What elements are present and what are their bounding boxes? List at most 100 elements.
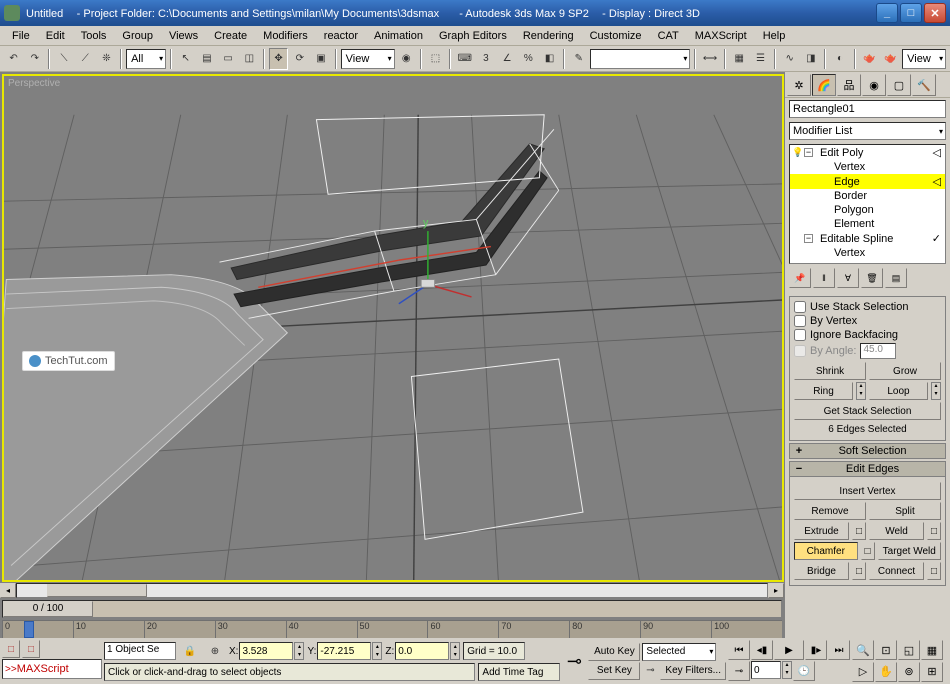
key-mode-toggle[interactable]: ⊸	[728, 661, 750, 681]
goto-start-button[interactable]: ⏮	[728, 640, 750, 660]
manipulate-button[interactable]: ⬚	[426, 48, 445, 70]
menu-rendering[interactable]: Rendering	[515, 28, 582, 44]
connect-button[interactable]: Connect	[869, 562, 924, 580]
menu-customize[interactable]: Customize	[582, 28, 650, 44]
x-spinner[interactable]: ▴▾	[294, 642, 304, 660]
undo-button[interactable]: ↶	[4, 48, 23, 70]
auto-key-button[interactable]: Auto Key	[588, 643, 640, 661]
set-key-key-button[interactable]: ⊸	[642, 662, 658, 680]
curve-editor-button[interactable]: ∿	[780, 48, 799, 70]
lock-selection-button[interactable]: 🔒	[179, 640, 201, 662]
edit-edges-rollout-head[interactable]: −Edit Edges	[789, 461, 946, 477]
make-unique-button[interactable]: ∀	[837, 268, 859, 288]
by-vertex-checkbox[interactable]: By Vertex	[794, 314, 941, 328]
menu-file[interactable]: File	[4, 28, 38, 44]
y-coord-field[interactable]: -27.215	[317, 642, 371, 660]
keyboard-shortcut-button[interactable]: ⌨	[455, 48, 474, 70]
quick-render-button[interactable]: 🫖	[881, 48, 900, 70]
select-scale-button[interactable]: ▣	[311, 48, 330, 70]
material-editor-button[interactable]: ◐	[830, 48, 849, 70]
stack-editable-spline[interactable]: −Editable Spline✓	[790, 231, 945, 246]
tab-utilities[interactable]: 🔨	[912, 74, 936, 96]
split-button[interactable]: Split	[869, 502, 941, 520]
menu-create[interactable]: Create	[206, 28, 255, 44]
goto-end-button[interactable]: ⏭	[828, 640, 850, 660]
modifier-list-dropdown[interactable]: Modifier List	[789, 122, 946, 140]
maximize-button[interactable]: □	[900, 3, 922, 23]
target-weld-button[interactable]: Target Weld	[878, 542, 942, 560]
menu-maxscript[interactable]: MAXScript	[687, 28, 755, 44]
zoom-extents-button[interactable]: ◱	[898, 640, 920, 660]
pin-stack-button[interactable]: 📌	[789, 268, 811, 288]
absolute-transform-button[interactable]: ⊕	[204, 640, 226, 662]
fov-button[interactable]: ▷	[852, 662, 874, 682]
set-key-button[interactable]: Set Key	[588, 662, 640, 680]
configure-sets-button[interactable]: ▤	[885, 268, 907, 288]
close-button[interactable]: ✕	[924, 3, 946, 23]
selection-filter-dropdown[interactable]: All	[126, 49, 166, 69]
bridge-settings-button[interactable]: □	[852, 562, 866, 580]
tab-hierarchy[interactable]: 品	[837, 74, 861, 96]
time-ruler[interactable]: 0 10 20 30 40 50 60 70 80 90 100	[2, 620, 782, 638]
tab-create[interactable]: ✲	[787, 74, 811, 96]
soft-selection-rollout-head[interactable]: +Soft Selection	[789, 443, 946, 459]
zoom-button[interactable]: 🔍	[852, 640, 874, 660]
ring-button[interactable]: Ring	[794, 382, 853, 400]
unlink-button[interactable]: ⟋	[76, 48, 95, 70]
link-button[interactable]: ⟍	[54, 48, 73, 70]
ignore-backfacing-checkbox[interactable]: Ignore Backfacing	[794, 328, 941, 342]
layer-manager-button[interactable]: ☰	[751, 48, 770, 70]
extrude-button[interactable]: Extrude	[794, 522, 849, 540]
tab-modify[interactable]: 🌈	[812, 74, 836, 96]
maxscript-mini-2[interactable]: □	[22, 640, 40, 658]
stack-element[interactable]: Element	[790, 217, 945, 231]
select-object-button[interactable]: ↖	[176, 48, 195, 70]
loop-button[interactable]: Loop	[869, 382, 928, 400]
stack-polygon[interactable]: Polygon	[790, 203, 945, 217]
menu-views[interactable]: Views	[161, 28, 206, 44]
time-tag-field[interactable]: Add Time Tag	[478, 663, 560, 681]
tab-display[interactable]: ▢	[887, 74, 911, 96]
insert-vertex-button[interactable]: Insert Vertex	[794, 482, 941, 500]
menu-modifiers[interactable]: Modifiers	[255, 28, 316, 44]
schematic-view-button[interactable]: ◨	[801, 48, 820, 70]
stack-vertex[interactable]: Vertex	[790, 160, 945, 174]
tab-motion[interactable]: ◉	[862, 74, 886, 96]
zoom-all-button[interactable]: ⊡	[875, 640, 897, 660]
window-crossing-button[interactable]: ◫	[240, 48, 259, 70]
show-result-button[interactable]: ‖	[813, 268, 835, 288]
time-slider-bar[interactable]: 0 / 100	[2, 600, 782, 618]
menu-help[interactable]: Help	[755, 28, 794, 44]
stack-edge[interactable]: Edge◁	[790, 174, 945, 189]
select-region-button[interactable]: ▭	[219, 48, 238, 70]
weld-settings-button[interactable]: □	[927, 522, 941, 540]
hscroll-left[interactable]: ◂	[0, 583, 16, 598]
next-frame-button[interactable]: ▮▸	[805, 640, 827, 660]
zoom-extents-all-button[interactable]: ▦	[921, 640, 943, 660]
menu-edit[interactable]: Edit	[38, 28, 73, 44]
menu-reactor[interactable]: reactor	[316, 28, 366, 44]
key-mode-dropdown[interactable]: Selected	[642, 643, 716, 661]
z-spinner[interactable]: ▴▾	[450, 642, 460, 660]
ref-coord-dropdown[interactable]: View	[341, 49, 395, 69]
angle-snap-button[interactable]: ∠	[498, 48, 517, 70]
key-filters-button[interactable]: Key Filters...	[660, 662, 726, 680]
time-config-button[interactable]: 🕒	[793, 661, 815, 681]
get-stack-selection-button[interactable]: Get Stack Selection	[794, 402, 941, 420]
shrink-button[interactable]: Shrink	[794, 362, 866, 380]
maxscript-mini-1[interactable]: □	[2, 640, 20, 658]
y-spinner[interactable]: ▴▾	[372, 642, 382, 660]
named-selection-dropdown[interactable]	[590, 49, 690, 69]
snap-toggle-button[interactable]: 3	[476, 48, 495, 70]
select-move-button[interactable]: ✥	[269, 48, 288, 70]
remove-modifier-button[interactable]: 🗑	[861, 268, 883, 288]
time-cursor[interactable]	[24, 621, 34, 638]
arc-rotate-button[interactable]: ⊚	[898, 662, 920, 682]
align-button[interactable]: ▦	[730, 48, 749, 70]
weld-button[interactable]: Weld	[869, 522, 924, 540]
pan-button[interactable]: ✋	[875, 662, 897, 682]
render-view-dropdown[interactable]: View	[902, 49, 946, 69]
loop-spinner[interactable]: ▴▾	[931, 382, 941, 400]
menu-cat[interactable]: CAT	[650, 28, 687, 44]
extrude-settings-button[interactable]: □	[852, 522, 866, 540]
